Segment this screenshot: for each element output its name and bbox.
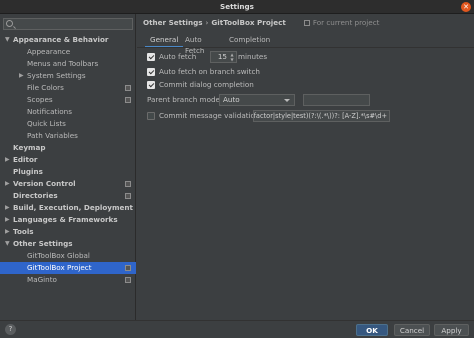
sidebar-item-label: Other Settings bbox=[13, 239, 73, 248]
sidebar-item-label: Languages & Frameworks bbox=[13, 215, 118, 224]
chevron-down-icon[interactable]: ▼ bbox=[5, 238, 10, 250]
spinner-arrows-icon[interactable]: ▲ ▼ bbox=[229, 52, 235, 62]
close-icon[interactable]: ✕ bbox=[461, 2, 471, 12]
breadcrumb: Other Settings › GitToolBox Project For cur… bbox=[143, 18, 380, 27]
sidebar-item-label: Appearance & Behavior bbox=[13, 35, 109, 44]
parent-branch-mode-label: Parent branch mode bbox=[147, 95, 220, 104]
commit-dialog-completion-label: Commit dialog completion bbox=[159, 80, 254, 89]
project-scope-icon bbox=[125, 265, 131, 271]
window-title: Settings bbox=[220, 2, 254, 11]
auto-fetch-branch-switch-checkbox[interactable] bbox=[147, 68, 155, 76]
sidebar-item-editor[interactable]: ▶ Editor bbox=[0, 154, 136, 166]
sidebar-item-label: Path Variables bbox=[27, 131, 78, 140]
parent-branch-mode-value: Auto bbox=[223, 95, 240, 104]
chevron-right-icon[interactable]: ▶ bbox=[5, 214, 10, 226]
sidebar-item-label: Build, Execution, Deployment bbox=[13, 203, 133, 212]
ok-button[interactable]: OK bbox=[356, 324, 388, 336]
sidebar-item-label: Tools bbox=[13, 227, 34, 236]
sidebar-item-label: Menus and Toolbars bbox=[27, 59, 99, 68]
sidebar-item-label: File Colors bbox=[27, 83, 64, 92]
sidebar-item-keymap[interactable]: Keymap bbox=[0, 142, 136, 154]
title-bar: Settings ✕ bbox=[0, 0, 474, 14]
search-input[interactable] bbox=[3, 18, 133, 30]
sidebar-item-label: Appearance bbox=[27, 47, 71, 56]
chevron-right-icon[interactable]: ▶ bbox=[5, 178, 10, 190]
parent-branch-field[interactable] bbox=[303, 94, 370, 106]
sidebar-item-label: Quick Lists bbox=[27, 119, 66, 128]
sidebar-item-label: MaGinto bbox=[27, 275, 57, 284]
settings-sidebar: ▼ Appearance & Behavior Appearance Menus an… bbox=[0, 14, 136, 320]
chevron-down-icon[interactable]: ▼ bbox=[5, 34, 10, 46]
sidebar-item-gittoolbox-project[interactable]: GitToolBox Project bbox=[0, 262, 136, 274]
sidebar-item-menus-and-toolbars[interactable]: Menus and Toolbars bbox=[0, 58, 136, 70]
commit-message-validation-label: Commit message validation bbox=[159, 111, 260, 120]
auto-fetch-interval-spinner[interactable]: 15 ▲ ▼ bbox=[210, 51, 237, 63]
chevron-right-icon[interactable]: ▶ bbox=[19, 70, 24, 82]
chevron-right-icon[interactable]: ▶ bbox=[5, 226, 10, 238]
tab-divider bbox=[137, 47, 474, 48]
sidebar-item-label: Directories bbox=[13, 191, 58, 200]
project-scope-icon bbox=[303, 20, 310, 26]
sidebar-item-directories[interactable]: Directories bbox=[0, 190, 136, 202]
sidebar-item-gittoolbox-global[interactable]: GitToolBox Global bbox=[0, 250, 136, 262]
tab-completion[interactable]: Completion bbox=[224, 34, 275, 48]
sidebar-item-label: Keymap bbox=[13, 143, 46, 152]
sidebar-item-label: Notifications bbox=[27, 107, 72, 116]
tab-auto-fetch[interactable]: Auto Fetch bbox=[180, 34, 209, 55]
project-scope-icon bbox=[125, 193, 131, 199]
settings-content: Other Settings › GitToolBox Project For cur… bbox=[137, 14, 474, 320]
project-scope-icon bbox=[125, 85, 131, 91]
commit-message-validation-checkbox[interactable] bbox=[147, 112, 155, 120]
tab-general[interactable]: General bbox=[145, 34, 184, 48]
sidebar-item-other-settings[interactable]: ▼ Other Settings bbox=[0, 238, 136, 250]
chevron-right-icon[interactable]: ▶ bbox=[5, 202, 10, 214]
breadcrumb-parent[interactable]: Other Settings bbox=[143, 18, 203, 27]
chevron-down-icon bbox=[284, 99, 290, 102]
sidebar-item-file-colors[interactable]: File Colors bbox=[0, 82, 136, 94]
search-icon bbox=[6, 20, 13, 27]
sidebar-item-label: Plugins bbox=[13, 167, 43, 176]
breadcrumb-separator: › bbox=[205, 18, 209, 27]
auto-fetch-checkbox[interactable] bbox=[147, 53, 155, 61]
sidebar-item-version-control[interactable]: ▶ Version Control bbox=[0, 178, 136, 190]
scope-label: For current project bbox=[312, 18, 380, 27]
sidebar-item-label: Version Control bbox=[13, 179, 76, 188]
project-scope-icon bbox=[125, 277, 131, 283]
sidebar-item-label: System Settings bbox=[27, 71, 86, 80]
sidebar-item-appearance-behavior[interactable]: ▼ Appearance & Behavior bbox=[0, 34, 136, 46]
chevron-right-icon[interactable]: ▶ bbox=[5, 154, 10, 166]
help-icon[interactable]: ? bbox=[5, 324, 16, 335]
sidebar-item-maginto[interactable]: MaGinto bbox=[0, 274, 136, 286]
sidebar-item-appearance[interactable]: Appearance bbox=[0, 46, 136, 58]
sidebar-item-system-settings[interactable]: ▶ System Settings bbox=[0, 70, 136, 82]
sidebar-item-label: GitToolBox Global bbox=[27, 251, 90, 260]
sidebar-item-tools[interactable]: ▶ Tools bbox=[0, 226, 136, 238]
parent-branch-mode-select[interactable]: Auto bbox=[219, 94, 295, 106]
auto-fetch-unit: minutes bbox=[238, 52, 268, 61]
auto-fetch-interval-value: 15 bbox=[217, 52, 227, 61]
sidebar-item-path-variables[interactable]: Path Variables bbox=[0, 130, 136, 142]
sidebar-item-notifications[interactable]: Notifications bbox=[0, 106, 136, 118]
apply-button[interactable]: Apply bbox=[434, 324, 469, 336]
sidebar-item-label: Editor bbox=[13, 155, 38, 164]
auto-fetch-label: Auto fetch bbox=[159, 52, 197, 61]
sidebar-item-scopes[interactable]: Scopes bbox=[0, 94, 136, 106]
sidebar-item-plugins[interactable]: Plugins bbox=[0, 166, 136, 178]
project-scope-icon bbox=[125, 97, 131, 103]
sidebar-item-label: GitToolBox Project bbox=[27, 263, 92, 272]
breadcrumb-current: GitToolBox Project bbox=[211, 18, 286, 27]
dialog-footer: ? OK Cancel Apply bbox=[0, 320, 474, 338]
commit-message-regex-input[interactable]: (?:fix|chore|docs|feat|refactor|style|te… bbox=[253, 110, 390, 122]
auto-fetch-branch-switch-label: Auto fetch on branch switch bbox=[159, 67, 260, 76]
commit-dialog-completion-checkbox[interactable] bbox=[147, 81, 155, 89]
project-scope-icon bbox=[125, 181, 131, 187]
cancel-button[interactable]: Cancel bbox=[394, 324, 430, 336]
commit-message-regex-value: (?:fix|chore|docs|feat|refactor|style|te… bbox=[253, 112, 387, 120]
sidebar-item-build-execution-deployment[interactable]: ▶ Build, Execution, Deployment bbox=[0, 202, 136, 214]
sidebar-item-quick-lists[interactable]: Quick Lists bbox=[0, 118, 136, 130]
sidebar-item-label: Scopes bbox=[27, 95, 53, 104]
sidebar-item-languages-frameworks[interactable]: ▶ Languages & Frameworks bbox=[0, 214, 136, 226]
